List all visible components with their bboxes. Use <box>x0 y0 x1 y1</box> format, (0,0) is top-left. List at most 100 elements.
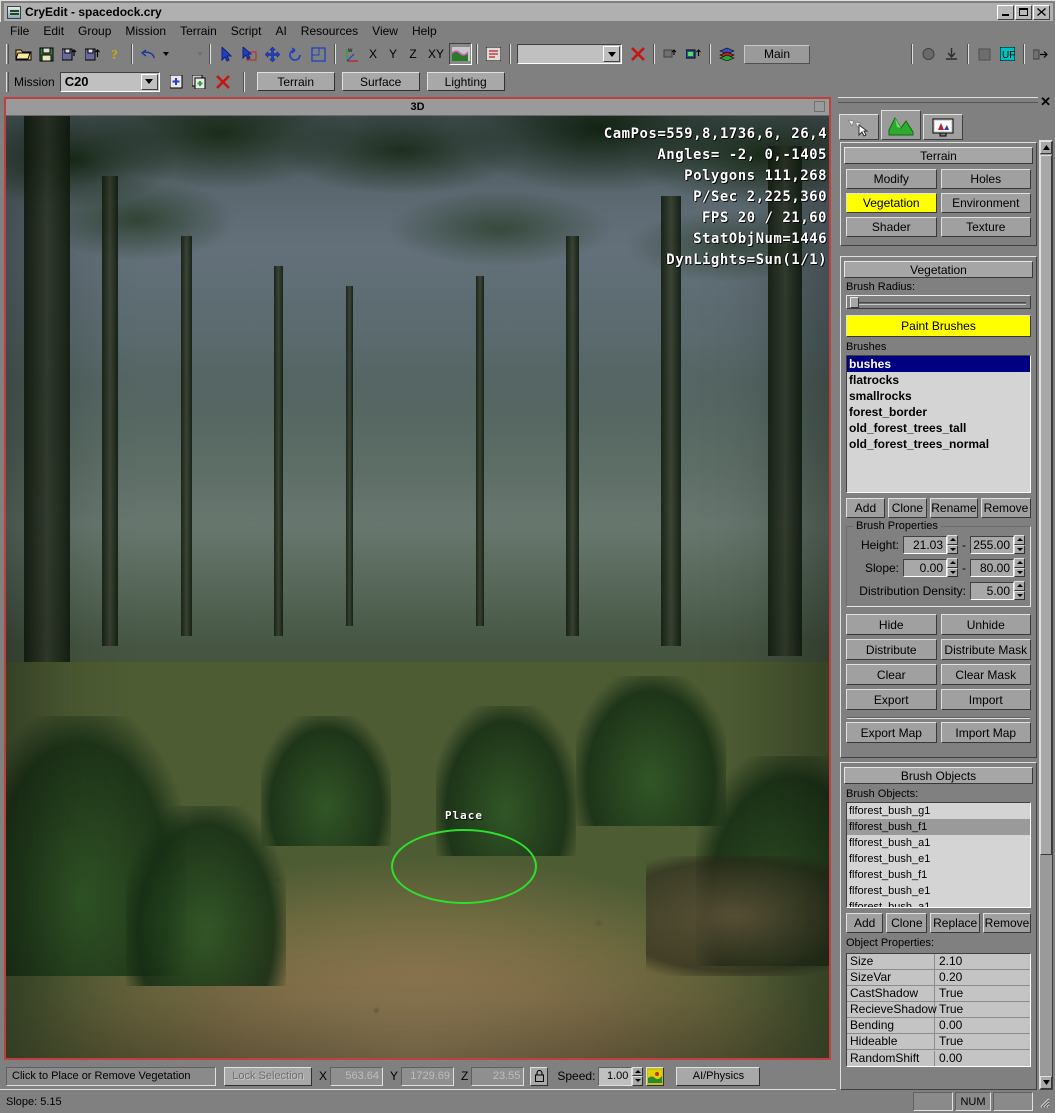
speed-value[interactable]: 1.00 <box>598 1066 633 1086</box>
mode-lighting-button[interactable]: Lighting <box>426 72 505 91</box>
ai-physics-button[interactable]: AI/Physics <box>676 1066 761 1086</box>
brush-object-item[interactable]: flforest_bush_f1 <box>847 819 1030 835</box>
terrain-holes-button[interactable]: Holes <box>940 169 1031 189</box>
padlock-icon[interactable] <box>530 1066 549 1086</box>
open-folder-icon[interactable] <box>12 43 35 65</box>
axis-xy-button[interactable]: XY <box>423 47 449 61</box>
scroll-up-icon[interactable] <box>1040 141 1052 154</box>
table-row[interactable]: RandomShift 0.00 <box>847 1050 1030 1066</box>
export-object-icon[interactable] <box>682 43 705 65</box>
brush-item[interactable]: smallrocks <box>847 388 1030 404</box>
minimize-button[interactable] <box>997 4 1014 20</box>
height-min-field[interactable]: 21.03 <box>903 535 947 554</box>
redo-icon[interactable] <box>171 43 194 65</box>
slope-max-field[interactable]: 80.00 <box>970 558 1014 577</box>
brush-object-item[interactable]: flforest_bush_g1 <box>847 803 1030 819</box>
select-object-icon[interactable] <box>238 43 261 65</box>
brushes-listbox[interactable]: bushes flatrocks smallrocks forest_borde… <box>846 355 1031 493</box>
layers-list-icon[interactable] <box>482 43 505 65</box>
viewport-close-icon[interactable] <box>814 101 825 112</box>
object-layer-combo[interactable] <box>517 44 622 64</box>
menu-file[interactable]: File <box>3 22 36 40</box>
property-value[interactable]: True <box>935 1034 1030 1049</box>
rollup-scrollbar[interactable] <box>1039 140 1053 1090</box>
duplicate-mission-icon[interactable] <box>189 71 212 93</box>
mission-combo[interactable]: C20 <box>59 71 160 92</box>
table-row[interactable]: Size 2.10 <box>847 954 1030 970</box>
window-resize-grip[interactable] <box>1037 1095 1051 1109</box>
select-arrow-icon[interactable] <box>215 43 238 65</box>
ui-frame-icon[interactable]: UF <box>996 43 1019 65</box>
height-max-field[interactable]: 255.00 <box>970 535 1014 554</box>
tab-objects[interactable] <box>839 114 879 140</box>
layer-main-button[interactable]: Main <box>744 44 810 64</box>
brush-clone-button[interactable]: Clone <box>887 498 927 518</box>
speed-stepper[interactable] <box>632 1066 644 1086</box>
coord-y-value[interactable]: 1729.69 <box>401 1066 455 1086</box>
brush-object-item[interactable]: flforest_bush_a1 <box>847 899 1030 907</box>
axis-icon[interactable]: w <box>340 43 363 65</box>
toolbar-grip[interactable] <box>6 44 9 64</box>
save-level-icon[interactable] <box>81 43 104 65</box>
clear-button[interactable]: Clear <box>846 664 937 685</box>
export-map-button[interactable]: Export Map <box>846 722 937 743</box>
slope-min-stepper[interactable] <box>947 558 958 577</box>
export-button[interactable]: Export <box>846 689 937 710</box>
object-replace-button[interactable]: Replace <box>930 913 981 933</box>
height-max-stepper[interactable] <box>1014 535 1025 554</box>
distribute-button[interactable]: Distribute <box>846 639 937 660</box>
terrain-texture-button[interactable]: Texture <box>940 217 1031 237</box>
mode-terrain-button[interactable]: Terrain <box>256 72 335 91</box>
object-add-button[interactable]: Add <box>846 913 884 933</box>
menu-help[interactable]: Help <box>405 22 444 40</box>
density-field[interactable]: 5.00 <box>970 581 1014 600</box>
redo-dropdown-icon[interactable] <box>194 43 205 65</box>
terrain-vegetation-button[interactable]: Vegetation <box>846 193 937 213</box>
brush-objects-listbox[interactable]: flforest_bush_g1 flforest_bush_f1 flfore… <box>846 802 1031 908</box>
brush-remove-button[interactable]: Remove <box>981 498 1031 518</box>
brush-item[interactable]: forest_border <box>847 404 1030 420</box>
scroll-down-icon[interactable] <box>1040 1076 1052 1089</box>
terrain-modify-button[interactable]: Modify <box>846 169 937 189</box>
table-row[interactable]: Bending 0.00 <box>847 1018 1030 1034</box>
lock-selection-button[interactable]: Lock Selection <box>224 1066 312 1086</box>
vegetation-panel-header[interactable]: Vegetation <box>844 261 1033 278</box>
undo-icon[interactable] <box>137 43 160 65</box>
brush-objects-header[interactable]: Brush Objects <box>844 767 1033 784</box>
menu-script[interactable]: Script <box>224 22 269 40</box>
distribute-mask-button[interactable]: Distribute Mask <box>940 639 1031 660</box>
coord-z-value[interactable]: 23.55 <box>471 1066 525 1086</box>
table-row[interactable]: RecieveShadow True <box>847 1002 1030 1018</box>
axis-z-button[interactable]: Z <box>403 47 423 61</box>
menu-group[interactable]: Group <box>71 22 118 40</box>
brush-object-item[interactable]: flforest_bush_f1 <box>847 867 1030 883</box>
menu-ai[interactable]: AI <box>268 22 293 40</box>
menu-resources[interactable]: Resources <box>294 22 365 40</box>
hide-button[interactable]: Hide <box>846 614 937 635</box>
rollup-close-icon[interactable]: ✕ <box>1040 95 1051 108</box>
add-mission-icon[interactable] <box>166 71 189 93</box>
vegetation-toggle-icon[interactable] <box>646 1066 665 1086</box>
brush-item[interactable]: bushes <box>847 356 1030 372</box>
unhide-button[interactable]: Unhide <box>940 614 1031 635</box>
sync-player-icon[interactable] <box>1029 43 1052 65</box>
brush-add-button[interactable]: Add <box>846 498 885 518</box>
layers-stack-icon[interactable] <box>715 43 738 65</box>
brush-item[interactable]: old_forest_trees_tall <box>847 420 1030 436</box>
save-selected-icon[interactable] <box>58 43 81 65</box>
slope-max-stepper[interactable] <box>1014 558 1025 577</box>
brush-item[interactable]: old_forest_trees_normal <box>847 436 1030 452</box>
table-row[interactable]: CastShadow True <box>847 986 1030 1002</box>
delete-red-x-icon[interactable] <box>626 43 649 65</box>
import-map-button[interactable]: Import Map <box>940 722 1031 743</box>
paint-brushes-button[interactable]: Paint Brushes <box>846 315 1031 337</box>
menu-terrain[interactable]: Terrain <box>173 22 224 40</box>
axis-y-button[interactable]: Y <box>383 47 403 61</box>
terrain-follow-icon[interactable] <box>449 43 472 65</box>
scrollbar-thumb[interactable] <box>1040 155 1052 855</box>
mission-toolbar-grip[interactable] <box>6 71 9 92</box>
clear-mask-button[interactable]: Clear Mask <box>940 664 1031 685</box>
close-button[interactable] <box>1033 4 1050 20</box>
help-icon[interactable]: ? <box>104 43 127 65</box>
scale-icon[interactable] <box>307 43 330 65</box>
